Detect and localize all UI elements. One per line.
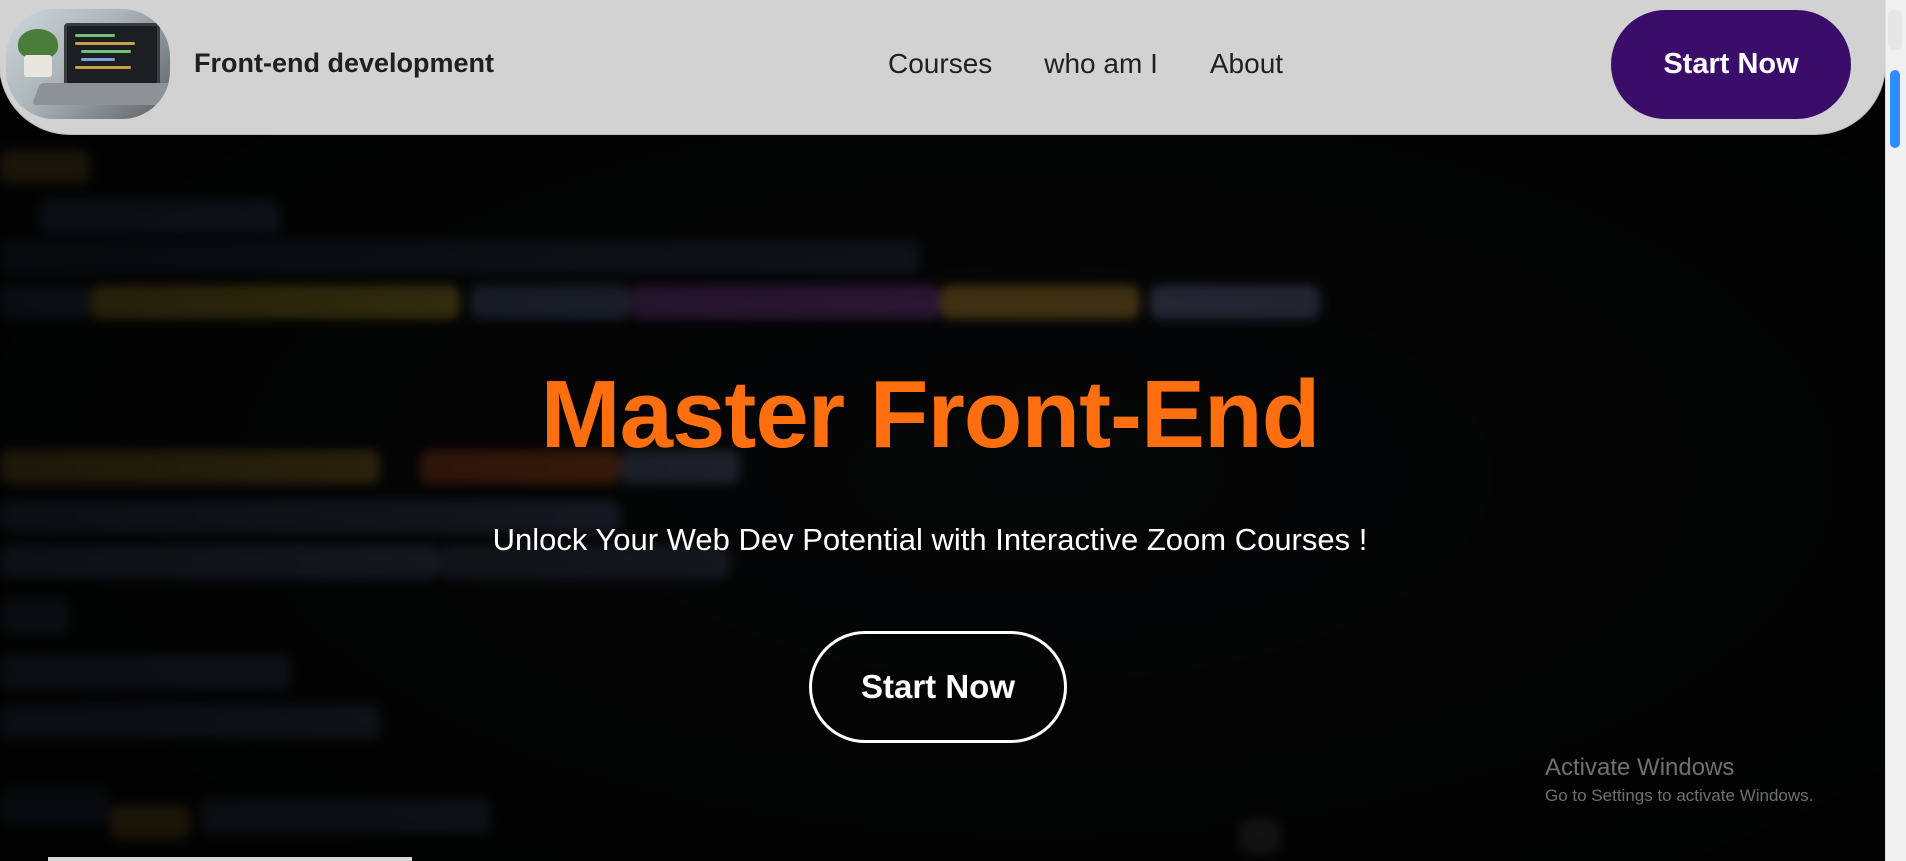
nav-link-courses[interactable]: Courses <box>888 48 992 80</box>
vertical-scrollbar[interactable] <box>1885 0 1906 861</box>
hero-start-now-button[interactable]: Start Now <box>809 631 1067 743</box>
watermark-title: Activate Windows <box>1545 754 1735 781</box>
laptop-screen-graphic <box>64 23 160 87</box>
watermark-subtitle: Go to Settings to activate Windows. <box>1545 786 1814 805</box>
brand-title: Front-end development <box>194 48 495 78</box>
nav-start-now-button[interactable]: Start Now <box>1611 10 1851 119</box>
laptop-logo-icon[interactable] <box>6 9 170 119</box>
windows-activation-watermark: Activate Windows Go to Settings to activ… <box>1545 754 1813 806</box>
hero-subtitle: Unlock Your Web Dev Potential with Inter… <box>492 522 1368 557</box>
nav-link-who-am-i[interactable]: who am I <box>1044 48 1158 80</box>
scrollbar-arrow-area[interactable] <box>1888 10 1902 50</box>
hero-title: Master Front-End <box>540 361 1321 468</box>
pot-graphic <box>24 55 52 77</box>
scrollbar-thumb[interactable] <box>1890 70 1900 148</box>
bottom-edge-strip <box>48 857 412 861</box>
laptop-base-graphic <box>31 83 170 105</box>
page-viewport: Front-end development Courses who am I A… <box>0 0 1885 861</box>
nav-links: Courses who am I About <box>888 48 1283 80</box>
nav-link-about[interactable]: About <box>1210 48 1283 80</box>
top-navbar: Front-end development Courses who am I A… <box>0 0 1885 134</box>
